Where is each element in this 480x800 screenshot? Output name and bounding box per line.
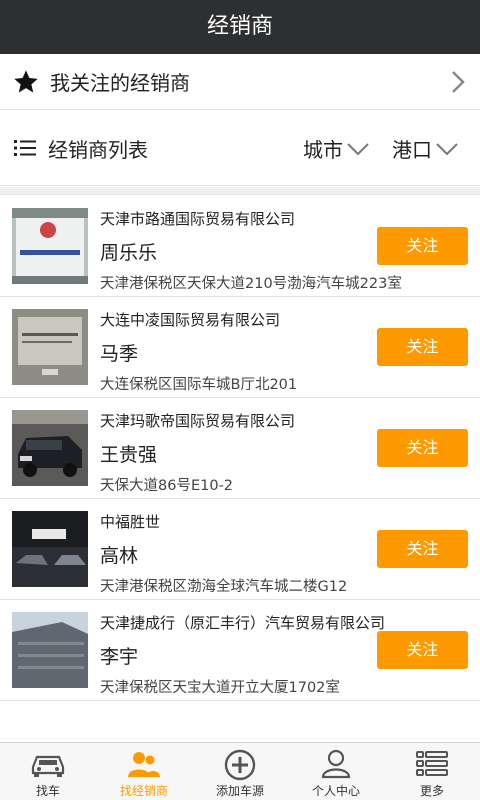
- chevron-right-icon: [452, 71, 465, 93]
- add-circle-icon: [224, 749, 256, 781]
- my-favorite-dealers-row[interactable]: 我关注的经销商: [0, 54, 480, 110]
- dealer-list: 天津市路通国际贸易有限公司 周乐乐 天津港保税区天保大道210号渤海汽车城223…: [0, 196, 480, 701]
- dealer-photo: [12, 410, 88, 486]
- dealer-contact: 周乐乐: [100, 242, 158, 264]
- dealer-photo: [12, 309, 88, 385]
- tab-add-car[interactable]: 添加车源: [192, 743, 288, 800]
- tab-label: 添加车源: [215, 784, 264, 798]
- dealer-contact: 马季: [100, 343, 139, 365]
- star-icon: [14, 69, 38, 92]
- dealer-row[interactable]: 天津玛歌帝国际贸易有限公司 王贵强 天保大道86号E10-2 关注: [0, 398, 480, 499]
- dealer-company: 中福胜世: [100, 513, 161, 531]
- tab-more[interactable]: 更多: [384, 743, 480, 800]
- tab-find-dealer[interactable]: 找经销商: [96, 743, 192, 800]
- dealer-address: 天津港保税区渤海全球汽车城二楼G12: [100, 579, 348, 595]
- dealer-company: 天津捷成行（原汇丰行）汽车贸易有限公司: [100, 614, 386, 632]
- chevron-down-icon: [347, 142, 369, 155]
- city-dropdown[interactable]: 城市: [303, 134, 369, 163]
- follow-button[interactable]: 关注: [377, 631, 468, 669]
- dealer-row[interactable]: 天津捷成行（原汇丰行）汽车贸易有限公司 李宇 天津保税区天宝大道开立大厦1702…: [0, 600, 480, 701]
- section-divider: [0, 187, 480, 195]
- port-dropdown-label: 港口: [392, 138, 432, 162]
- dealer-address: 天保大道86号E10-2: [100, 478, 234, 494]
- dealer-row[interactable]: 大连中凌国际贸易有限公司 马季 大连保税区国际车城B厅北201 关注: [0, 297, 480, 398]
- list-icon: [14, 140, 36, 156]
- dealer-contact: 王贵强: [100, 444, 158, 466]
- dealer-company: 大连中凌国际贸易有限公司: [100, 311, 281, 329]
- page-title: 经销商: [0, 0, 480, 54]
- dealer-contact: 李宇: [100, 646, 139, 668]
- chevron-down-icon: [436, 142, 458, 155]
- dealer-row[interactable]: 天津市路通国际贸易有限公司 周乐乐 天津港保税区天保大道210号渤海汽车城223…: [0, 196, 480, 297]
- tab-personal-center[interactable]: 个人中心: [288, 743, 384, 800]
- dealer-contact: 高林: [100, 545, 139, 567]
- tab-label: 个人中心: [311, 784, 360, 798]
- tab-find-car[interactable]: 找车: [0, 743, 96, 800]
- city-dropdown-label: 城市: [303, 138, 343, 162]
- dealer-photo: [12, 208, 88, 284]
- dealer-address: 天津保税区天宝大道开立大厦1702室: [100, 680, 340, 696]
- dealer-address: 大连保税区国际车城B厅北201: [100, 377, 298, 393]
- dealer-company: 天津市路通国际贸易有限公司: [100, 210, 296, 228]
- dealer-company: 天津玛歌帝国际贸易有限公司: [100, 412, 296, 430]
- tab-label: 找车: [35, 784, 60, 798]
- follow-button[interactable]: 关注: [377, 227, 468, 265]
- dealer-row[interactable]: 中福胜世 高林 天津港保税区渤海全球汽车城二楼G12 关注: [0, 499, 480, 600]
- person-icon: [321, 749, 351, 779]
- port-dropdown[interactable]: 港口: [392, 134, 458, 163]
- dealer-photo: [12, 612, 88, 688]
- dealer-address: 天津港保税区天保大道210号渤海汽车城223室: [100, 276, 402, 292]
- dealer-people-icon: [128, 752, 160, 777]
- tab-label: 更多: [419, 784, 444, 798]
- tab-label: 找经销商: [119, 784, 168, 798]
- filter-bar: 经销商列表 城市 港口: [0, 110, 480, 186]
- dealer-list-title: 经销商列表: [48, 138, 148, 162]
- more-list-icon: [416, 751, 448, 776]
- follow-button[interactable]: 关注: [377, 328, 468, 366]
- dealer-photo: [12, 511, 88, 587]
- follow-button[interactable]: 关注: [377, 429, 468, 467]
- bottom-tab-bar: 找车 找经销商 添加车源 个人中心 更多: [0, 742, 480, 800]
- favorites-label: 我关注的经销商: [50, 71, 190, 95]
- car-icon: [31, 755, 65, 777]
- follow-button[interactable]: 关注: [377, 530, 468, 568]
